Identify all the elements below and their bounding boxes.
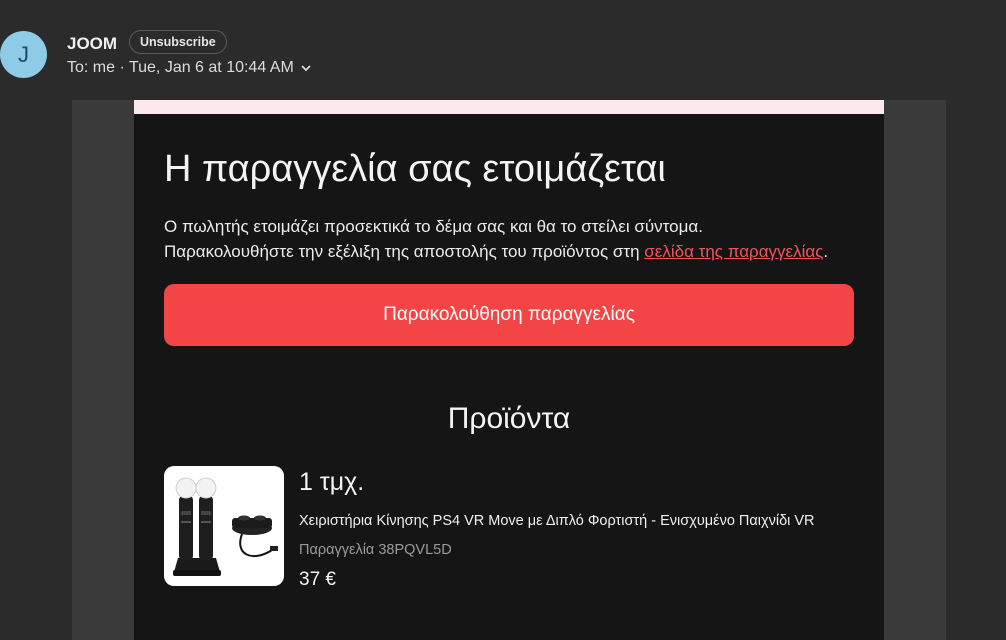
- email-body-card: Η παραγγελία σας ετοιμάζεται Ο πωλητής ε…: [134, 100, 884, 640]
- email-frame-right: [884, 100, 946, 640]
- page-background-left: [0, 100, 72, 640]
- email-header: J JOOM Unsubscribe To: me · Tue, Jan 6 a…: [0, 0, 1006, 100]
- recipient-text: To: me · Tue, Jan 6 at 10:44 AM: [67, 59, 294, 76]
- order-number: Παραγγελία 38PQVL5D: [299, 542, 452, 558]
- product-name[interactable]: Χειριστήρια Κίνησης PS4 VR Move με Διπλό…: [299, 513, 815, 529]
- sender-avatar[interactable]: J: [0, 31, 47, 78]
- unsubscribe-button[interactable]: Unsubscribe: [129, 30, 227, 54]
- products-heading: Προϊόντα: [447, 402, 571, 435]
- product-price: 37 €: [299, 569, 336, 590]
- track-order-button[interactable]: Παρακολούθηση παραγγελίας: [164, 284, 854, 346]
- product-image[interactable]: [164, 466, 284, 586]
- email-frame-left: [72, 100, 134, 640]
- vr-controllers-icon: [173, 477, 278, 576]
- description-line-1: Ο πωλητής ετοιμάζει προσεκτικά το δέμα σ…: [164, 217, 703, 236]
- chevron-down-icon[interactable]: [299, 61, 313, 75]
- order-page-link[interactable]: σελίδα της παραγγελίας: [644, 242, 823, 261]
- top-stripe: [134, 100, 884, 114]
- product-quantity: 1 τμχ.: [299, 468, 365, 496]
- recipient-line[interactable]: To: me · Tue, Jan 6 at 10:44 AM: [67, 59, 313, 77]
- description-line-2: Παρακολουθήστε την εξέλιξη της αποστολής…: [164, 242, 829, 261]
- email-description: Ο πωλητής ετοιμάζει προσεκτικά το δέμα σ…: [164, 214, 864, 264]
- email-title: Η παραγγελία σας ετοιμάζεται: [164, 148, 666, 190]
- sender-name[interactable]: JOOM: [67, 34, 117, 54]
- page-background-right: [946, 100, 1006, 640]
